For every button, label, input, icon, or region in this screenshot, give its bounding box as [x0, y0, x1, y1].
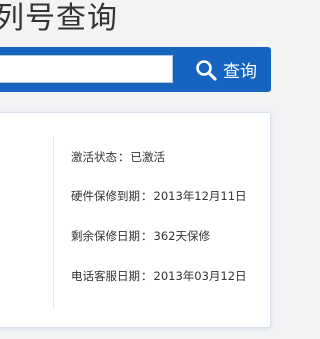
info-row-hardware-warranty: 硬件保修到期：2013年12月11日 [71, 189, 247, 203]
search-button-label: 查询 [223, 62, 257, 82]
search-bar: 查询 [0, 47, 271, 92]
info-row-remaining-warranty: 剩余保修日期：362天保修 [71, 229, 210, 243]
info-label: 电话客服日期 [71, 269, 140, 283]
column-divider [53, 136, 54, 308]
search-icon [196, 59, 217, 81]
info-label: 激活状态 [71, 150, 117, 164]
search-button[interactable]: 查询 [180, 47, 271, 92]
info-value: 2013年03月12日 [153, 269, 247, 283]
info-value: 已激活 [130, 150, 166, 164]
page-title: 列号查询 [0, 1, 118, 36]
info-value: 362天保修 [153, 229, 210, 243]
serial-search-input[interactable] [0, 55, 173, 83]
info-label: 剩余保修日期 [71, 229, 140, 243]
info-value: 2013年12月11日 [153, 189, 247, 203]
info-row-activation-status: 激活状态：已激活 [71, 150, 166, 164]
info-label: 硬件保修到期 [71, 189, 140, 203]
left-column-fragment: ) [0, 226, 1, 240]
result-card: ) 激活状态：已激活 硬件保修到期：2013年12月11日 剩余保修日期：362… [0, 112, 271, 328]
info-row-phone-support: 电话客服日期：2013年03月12日 [71, 269, 247, 283]
